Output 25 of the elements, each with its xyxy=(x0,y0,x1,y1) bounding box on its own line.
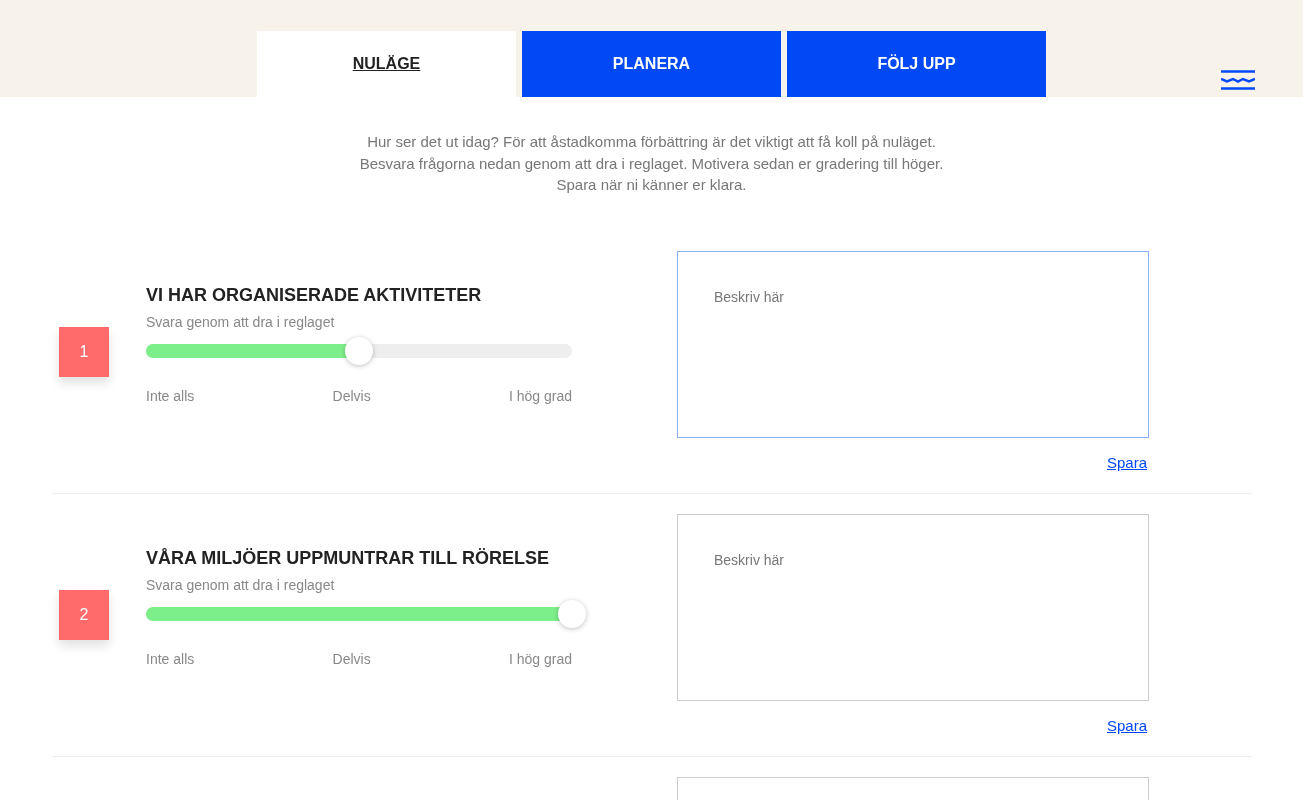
scale-label: Inte alls xyxy=(146,388,195,404)
question-title: VÅRA MILJÖER UPPMUNTRAR TILL RÖRELSE xyxy=(146,547,550,569)
scale-label: Delvis xyxy=(332,388,371,404)
tab[interactable]: NULÄGE xyxy=(257,31,516,97)
slider-thumb[interactable] xyxy=(345,337,373,365)
scale-label: I hög grad xyxy=(508,388,572,404)
scale-label: I hög grad xyxy=(508,651,572,667)
intro-text: Hur ser det ut idag? För att åstadkomma förbättring är det viktigt att få koll på nuläget. xyxy=(367,133,936,150)
save-link[interactable]: Spara xyxy=(1106,716,1147,734)
comment-field[interactable]: Beskriv här xyxy=(677,513,1149,701)
menu-icon[interactable] xyxy=(1221,70,1255,90)
tab[interactable]: PLANERA xyxy=(522,31,781,97)
save-link[interactable]: Spara xyxy=(1106,453,1147,471)
question-title: VI HAR ORGANISERADE AKTIVITETER xyxy=(146,284,483,306)
slider-hint: Svara genom att dra i reglaget xyxy=(146,577,336,593)
intro-text: Besvara frågorna nedan genom att dra i reglaget. Motivera sedan er gradering till höger. xyxy=(359,154,944,172)
intro-text: Spara när ni känner er klara. xyxy=(556,176,747,193)
slider-thumb[interactable] xyxy=(558,600,586,628)
question-number: 1 xyxy=(59,327,109,377)
question-number: 2 xyxy=(59,590,109,640)
scale-label: Inte alls xyxy=(146,651,195,667)
slider-hint: Svara genom att dra i reglaget xyxy=(146,314,336,330)
scale-label: Delvis xyxy=(332,651,371,667)
tab[interactable]: FÖLJ UPP xyxy=(787,31,1046,97)
comment-field[interactable]: Beskriv här xyxy=(677,250,1149,438)
